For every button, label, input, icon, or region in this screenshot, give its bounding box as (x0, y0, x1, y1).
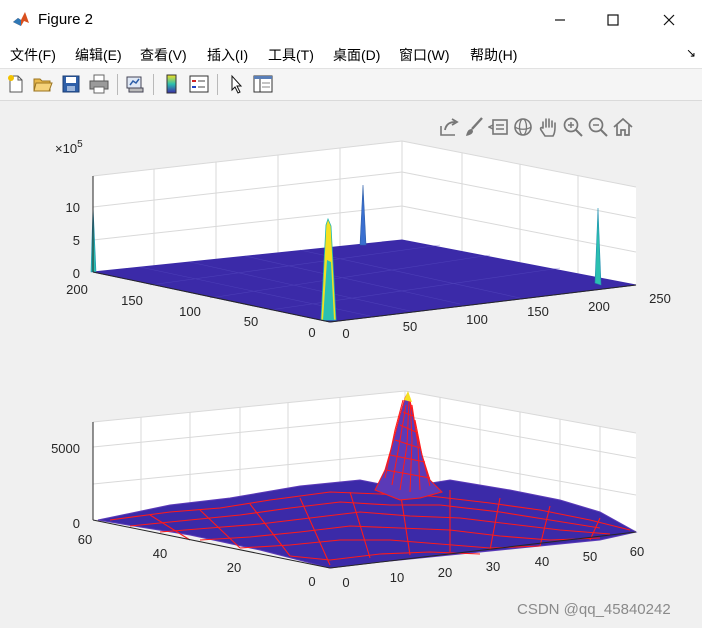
plot1-z-tick: 5 (73, 233, 80, 248)
plot1-x-tick: 150 (527, 304, 549, 319)
plot2-z-tick: 5000 (51, 441, 80, 456)
plot1-y-tick: 50 (244, 314, 258, 329)
plot1-exponent-label: ×105 (55, 139, 83, 156)
plot1-x-tick: 50 (403, 319, 417, 334)
plot2-y-tick: 40 (153, 546, 167, 561)
plot2-x-tick: 20 (438, 565, 452, 580)
plot1-x-tick: 200 (588, 299, 610, 314)
plot1-x-tick: 250 (649, 291, 671, 306)
plot2-x-tick: 30 (486, 559, 500, 574)
plot2-x-tick: 10 (390, 570, 404, 585)
plot2-y-tick: 60 (78, 532, 92, 547)
plot1-y-tick: 100 (179, 304, 201, 319)
plot1-x-tick: 100 (466, 312, 488, 327)
plot1-x-tick: 0 (342, 326, 349, 341)
plot1-y-tick: 200 (66, 282, 88, 297)
watermark-text: CSDN @qq_45840242 (517, 601, 671, 618)
plot2-y-tick: 20 (227, 560, 241, 575)
plot2-x-tick: 0 (342, 575, 349, 590)
plot2-y-tick: 0 (308, 574, 315, 589)
plot1-y-tick: 150 (121, 293, 143, 308)
plot2-x-tick: 60 (630, 544, 644, 559)
plot2-x-tick: 50 (583, 549, 597, 564)
plot1-y-tick: 0 (308, 325, 315, 340)
plot1-z-tick: 0 (73, 266, 80, 281)
plot2-z-tick: 0 (73, 516, 80, 531)
plot1-z-tick: 10 (66, 200, 80, 215)
plot1-axes[interactable]: ×105 0 5 10 0 50 100 150 200 0 50 100 15… (0, 0, 702, 628)
plot2-x-tick: 40 (535, 554, 549, 569)
